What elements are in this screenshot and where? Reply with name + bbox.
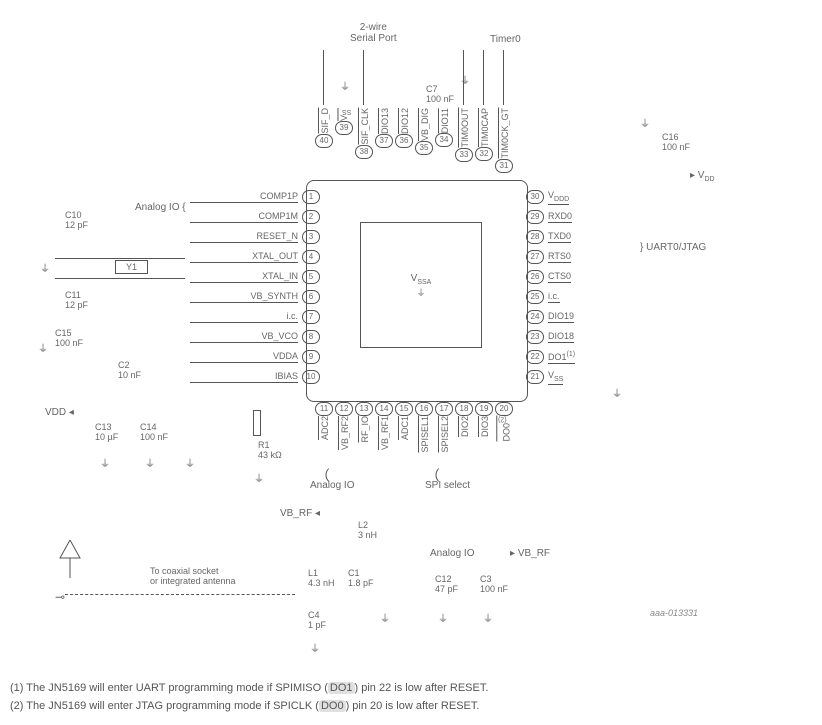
pin-9: VDDA9 (190, 350, 320, 364)
pin-10: IBIAS10 (190, 370, 320, 384)
pin-40: SIF_D40 (318, 108, 330, 148)
resistor-icon (253, 410, 261, 436)
c3: C3100 nF (480, 574, 508, 594)
coax-icon: ⊸ (55, 590, 65, 604)
gnd-xtal: ⏚ (40, 260, 50, 275)
pin-11: 11ADC2 (318, 402, 330, 440)
pin-37: DIO1337 (378, 108, 390, 148)
pin-23: 23DIO18 (526, 330, 666, 344)
gnd-c4: ⏚ (310, 640, 320, 655)
l2: L23 nH (358, 520, 377, 540)
vdd-right: ▸ VDD (690, 170, 715, 183)
c7: C7100 nF (426, 84, 454, 104)
gnd-c14: ⏚ (145, 455, 155, 470)
gnd-c1l2: ⏚ (380, 610, 390, 625)
pin-30: 30VDDD (526, 190, 666, 205)
vdd-left: VDD ◂ (45, 407, 74, 418)
pin-12: 12VB_RF2 (338, 402, 350, 450)
pin-25: 25i.c. (526, 290, 666, 304)
c2: C210 nF (118, 360, 141, 380)
pin-15: 15ADC1 (398, 402, 410, 440)
pin-31: TIM0CK_GT31 (498, 108, 510, 173)
pin-19: 19DIO3 (478, 402, 490, 437)
pin-32: TIM0CAP32 (478, 108, 490, 161)
pin-38: SIF_CLK38 (358, 108, 370, 159)
gnd-r1: ⏚ (254, 470, 264, 485)
uart-jtag-label: } UART0/JTAG (640, 242, 706, 253)
pin-6: VB_SYNTH6 (190, 290, 320, 304)
footnote-1: (1) The JN5169 will enter UART programmi… (10, 680, 812, 698)
pin-35: VB_DIG35 (418, 108, 430, 155)
pin-14: 14VB_RF1 (378, 402, 390, 450)
gnd-c16: ⏚ (640, 115, 650, 130)
pin-5: XTAL_IN5 (190, 270, 320, 284)
pin-8: VB_VCO8 (190, 330, 320, 344)
pin-20: 20DO0(2) (498, 402, 510, 442)
r1: R143 kΩ (258, 440, 282, 460)
y1: Y1 (115, 260, 148, 274)
c13: C1310 µF (95, 422, 118, 442)
c14: C14100 nF (140, 422, 168, 442)
pin-2: COMP1M2 (190, 210, 320, 224)
pin-7: i.c.7 (190, 310, 320, 324)
antenna-icon (55, 540, 85, 583)
c15: C15100 nF (55, 328, 83, 348)
gnd-c2-lower: ⏚ (185, 455, 195, 470)
pin-22: 22DO1(1) (526, 350, 666, 364)
analog-io-bottom2: Analog IO (430, 548, 474, 559)
pin-21: 21VSS (526, 370, 666, 385)
pin-17: 17SPISEL2 (438, 402, 450, 453)
pin-13: 13RF_IO (358, 402, 370, 443)
vb-rf-right: ▸ VB_RF (510, 548, 550, 559)
antenna-note: To coaxial socket or integrated antenna (150, 566, 236, 586)
pin-18: 18DIO2 (458, 402, 470, 437)
pin-3: RESET_N3 (190, 230, 320, 244)
c1: C11.8 pF (348, 568, 374, 588)
schematic-diagram: VSSA⏚ COMP1P1 COMP1M2 RESET_N3 XTAL_OUT4… (10, 10, 810, 670)
gnd-c7: ⏚ (460, 72, 470, 87)
pin-33: TIM0OUT33 (458, 108, 470, 162)
pin-36: DIO1236 (398, 108, 410, 148)
gnd-vss21: ⏚ (612, 385, 622, 400)
serial-port-header: 2-wire Serial Port (350, 22, 397, 44)
vssa-label: VSSA⏚ (361, 273, 481, 299)
l1: L14.3 nH (308, 568, 335, 588)
pin-4: XTAL_OUT4 (190, 250, 320, 264)
gnd-c3: ⏚ (483, 610, 493, 625)
pin-39: VSS39 (338, 108, 350, 135)
vb-rf-left: VB_RF ◂ (280, 508, 320, 519)
chip-die: VSSA⏚ (360, 222, 482, 348)
footnote-2: (2) The JN5169 will enter JTAG programmi… (10, 698, 812, 716)
timer0-header: Timer0 (490, 34, 521, 45)
pin-24: 24DIO19 (526, 310, 666, 324)
c16: C16100 nF (662, 132, 690, 152)
pin-16: 16SPISEL1 (418, 402, 430, 453)
analog-io-left: Analog IO { (135, 202, 186, 213)
c12: C1247 pF (435, 574, 458, 594)
doc-number: aaa-013331 (650, 608, 698, 618)
pin-29: 29RXD0 (526, 210, 666, 224)
gnd-c12: ⏚ (438, 610, 448, 625)
gnd-c13: ⏚ (100, 455, 110, 470)
gnd-vss39: ⏚ (340, 78, 350, 93)
pin-34: DIO1134 (438, 108, 450, 147)
c4: C41 pF (308, 610, 326, 630)
pin-1: COMP1P1 (190, 190, 320, 204)
footnotes: (1) The JN5169 will enter UART programmi… (10, 680, 812, 715)
c10: C1012 pF (65, 210, 88, 230)
c11: C1112 pF (65, 290, 88, 310)
gnd-c15: ⏚ (38, 340, 48, 355)
pin-26: 26CTS0 (526, 270, 666, 284)
